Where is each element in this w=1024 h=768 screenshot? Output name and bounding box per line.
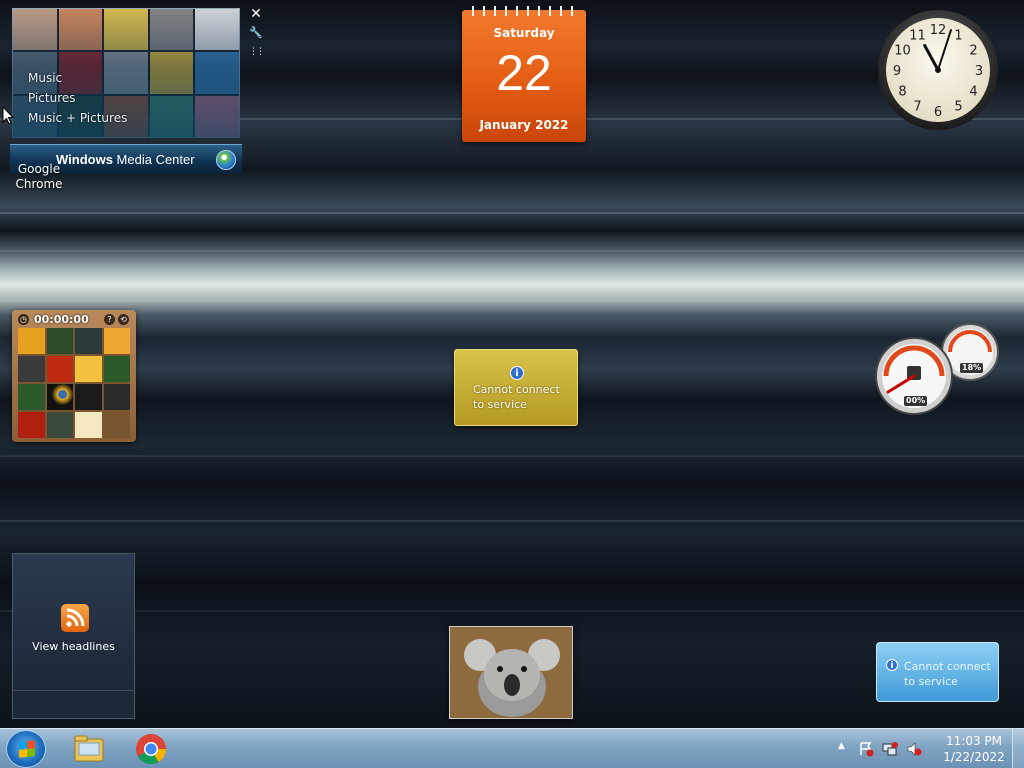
puzzle-tile[interactable] [103,328,130,354]
folder-icon [74,735,104,762]
koala-photo [450,627,572,718]
puzzle-tile[interactable] [75,384,102,410]
clock-number: 3 [975,64,983,79]
clock-number: 2 [969,44,977,59]
view-headlines-link[interactable]: View headlines [13,640,134,653]
clock-face: 12 12 3 45678 9 1011 [878,10,998,130]
feed-headlines-gadget[interactable]: View headlines [12,553,135,719]
taskbar-time[interactable]: 11:03 PM [942,734,1006,748]
info-icon: i [510,366,524,380]
puzzle-tile[interactable] [46,356,73,382]
clock-number: 5 [954,100,962,115]
puzzle-tile[interactable] [103,384,130,410]
clock-number: 1 [954,28,962,43]
weather-message: Cannot connect to service [473,383,560,411]
desktop-icon-chrome-label[interactable]: Google Chrome [10,162,68,192]
close-icon[interactable]: ✕ [248,6,264,22]
clock-gadget[interactable]: 12 1 2 3 4 5 6 7 8 9 10 11 [876,8,1000,132]
clock-number: 7 [913,100,921,115]
calendar-date: 22 [496,45,552,101]
wrench-icon[interactable]: 🔧 [248,25,264,41]
puzzle-tile[interactable] [46,412,73,438]
windows-orb-icon [216,150,236,170]
puzzle-tile[interactable] [75,328,102,354]
system-tray: ▲ 11:03 PM 1/22/2022 [834,729,1024,768]
calendar-day: Saturday [493,26,555,40]
slideshow-gadget[interactable] [449,626,573,719]
taskbar-date[interactable]: 1/22/2022 [942,750,1006,764]
action-center-icon[interactable] [858,741,874,757]
puzzle-toolbar: ◷ 00:00:00 ? ⟲ [16,313,132,327]
clock-number: 12 [930,23,947,38]
calendar-month: January 2022 [479,118,569,132]
start-button[interactable] [6,730,46,768]
cpu-percent: 00% [904,396,928,406]
taskbar: ▲ 11:03 PM 1/22/2022 [0,728,1024,768]
clock-number: 4 [969,85,977,100]
puzzle-help-icon[interactable]: ? [104,314,115,325]
puzzle-empty-slot [103,412,130,438]
windows-logo-icon [19,740,35,758]
menu-item-music[interactable]: Music [28,68,127,88]
picture-puzzle-gadget[interactable]: ◷ 00:00:00 ? ⟲ [12,310,136,442]
clock-number: 8 [898,85,906,100]
feeds-footer [13,690,134,718]
mouse-cursor-icon [2,106,14,125]
puzzle-tile[interactable] [103,356,130,382]
clock-number: 11 [909,28,926,43]
currency-message: Cannot connect to service [904,660,991,688]
puzzle-tile[interactable] [75,412,102,438]
puzzle-tile[interactable] [18,412,45,438]
currency-gadget[interactable]: i Cannot connect to service [876,642,999,702]
puzzle-grid [18,328,130,438]
puzzle-timer-icon[interactable]: ◷ [18,314,29,325]
rss-icon [61,604,89,632]
taskbar-chrome-button[interactable] [129,731,173,767]
network-icon[interactable] [882,741,898,757]
menu-item-music-pictures[interactable]: Music + Pictures [28,108,127,128]
puzzle-tile[interactable] [18,328,45,354]
media-center-title: Windows Media Center [56,152,195,167]
calendar-rings [466,6,582,16]
chrome-icon [136,734,166,765]
puzzle-tile[interactable] [75,356,102,382]
volume-muted-icon[interactable] [906,741,922,757]
media-center-menu: Music Pictures Music + Pictures [28,68,127,128]
memory-percent: 18% [960,363,984,373]
puzzle-tile[interactable] [18,356,45,382]
clock-number: 6 [934,105,942,120]
show-hidden-icons-icon[interactable]: ▲ [838,741,845,751]
info-icon: i [886,659,898,671]
menu-item-pictures[interactable]: Pictures [28,88,127,108]
clock-number: 10 [894,44,911,59]
drag-handle-icon[interactable]: ⋮⋮ [248,44,265,60]
cpu-meter-gadget[interactable]: 00% 18% [874,320,1000,416]
calendar-gadget[interactable]: Saturday 22 January 2022 [462,6,586,142]
puzzle-timer: 00:00:00 [34,313,89,326]
clock-number: 9 [893,64,901,79]
show-desktop-button[interactable] [1012,729,1024,768]
puzzle-tile[interactable] [46,384,73,410]
weather-gadget[interactable]: i Cannot connect to service [454,349,578,426]
media-center-gadget[interactable]: Music Pictures Music + Pictures Windows … [10,6,242,174]
puzzle-hint-icon[interactable]: ⟲ [118,314,129,325]
gadget-controls: ✕ 🔧 ⋮⋮ [247,6,265,68]
taskbar-explorer-button[interactable] [67,731,111,767]
puzzle-tile[interactable] [46,328,73,354]
puzzle-tile[interactable] [18,384,45,410]
